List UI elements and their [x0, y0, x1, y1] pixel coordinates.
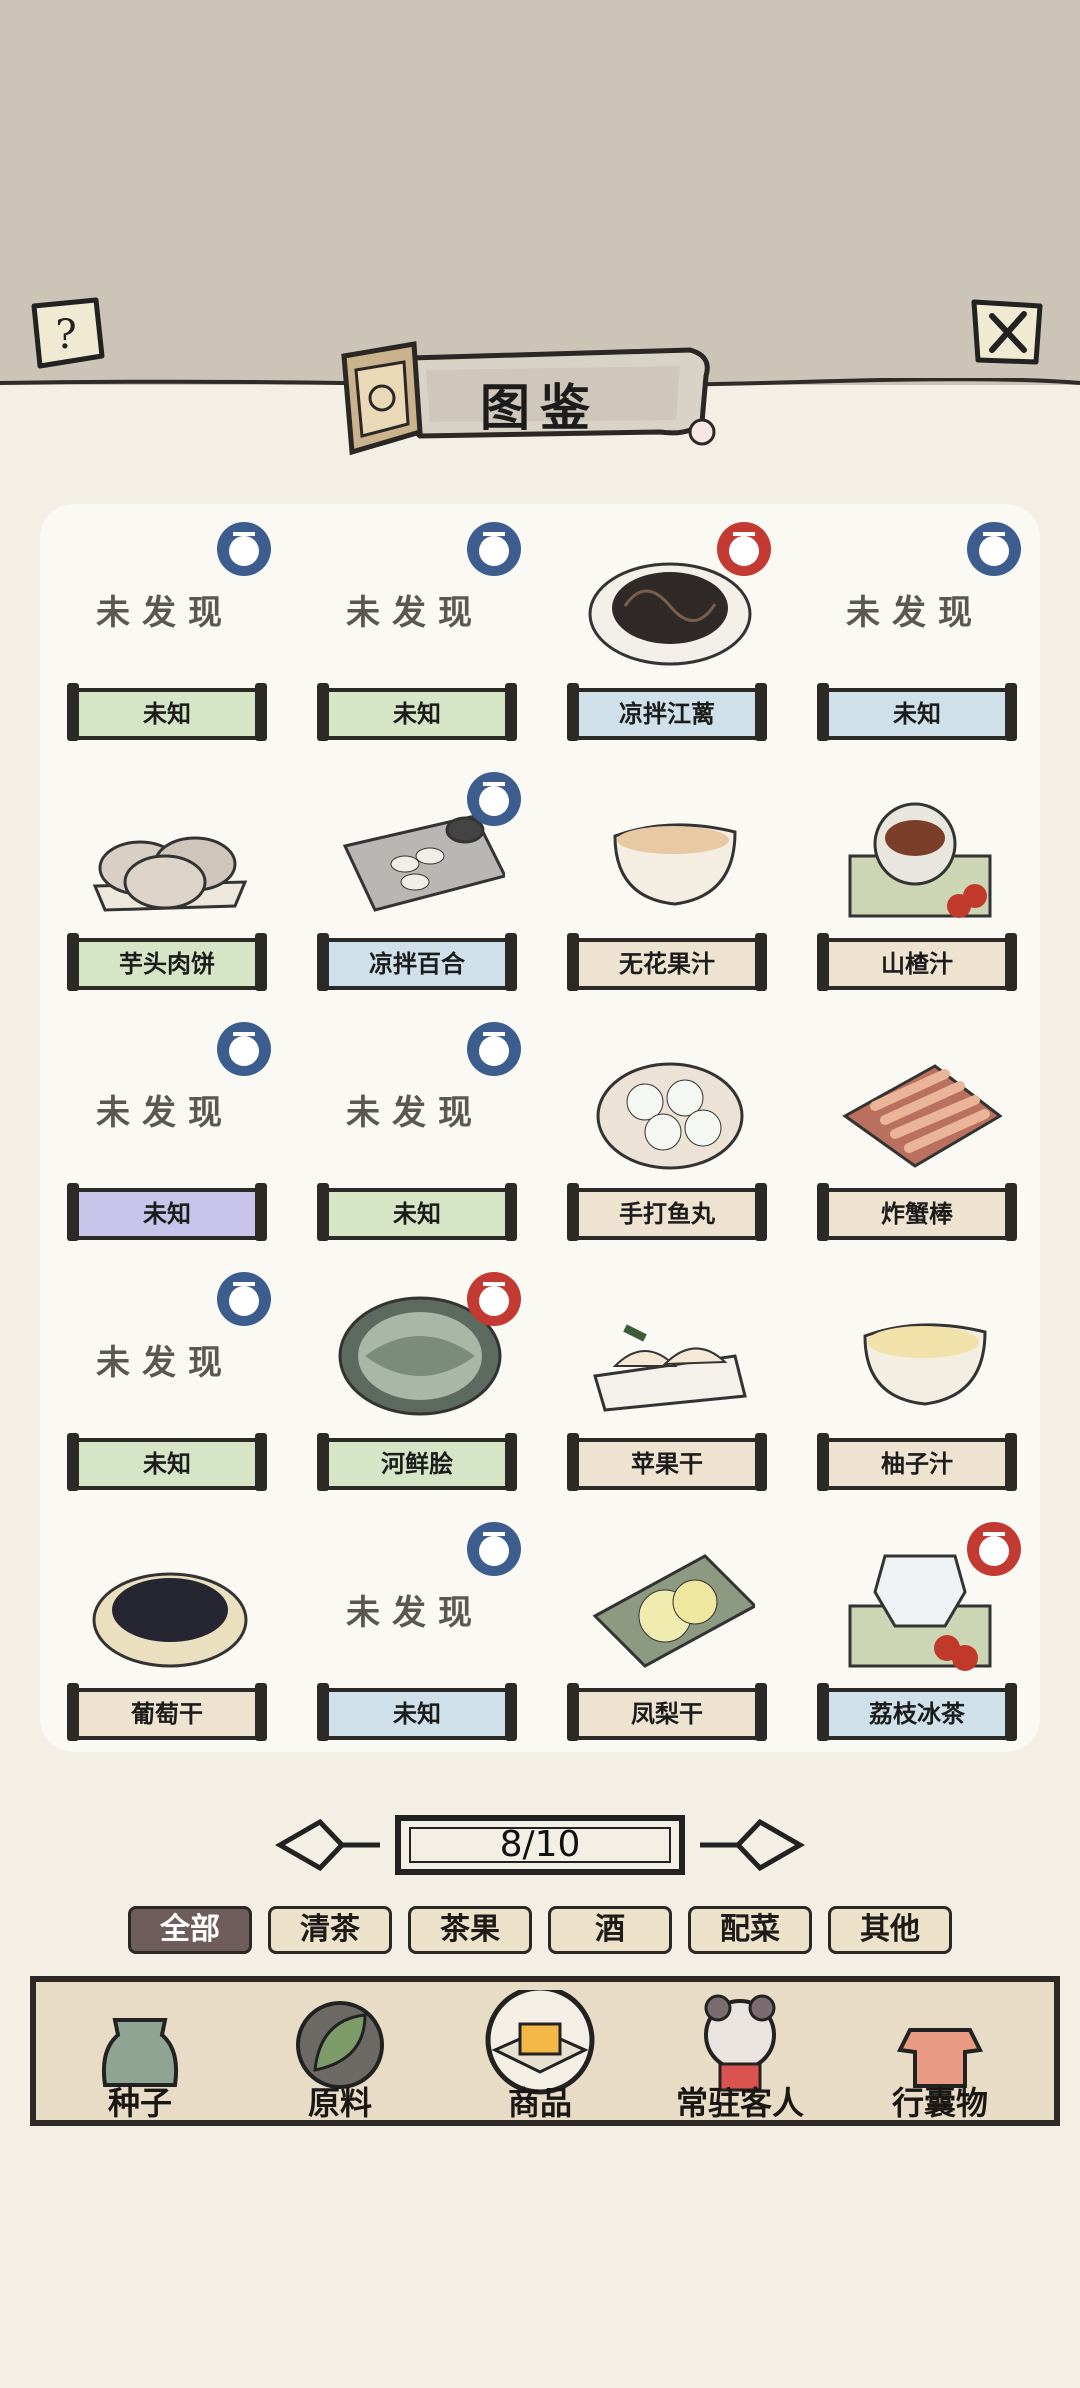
card-name-label: 未知 — [317, 1183, 517, 1241]
undiscovered-text: 未发现 — [96, 1093, 234, 1133]
undiscovered-text: 未发现 — [846, 593, 984, 633]
undiscovered-text: 未发现 — [346, 1093, 484, 1133]
tab-2[interactable]: 茶果 — [408, 1906, 532, 1954]
blue-seal-icon — [965, 520, 1023, 578]
page-title: 图鉴 — [480, 379, 600, 437]
card-name-label: 炸蟹棒 — [817, 1183, 1017, 1241]
collection-card[interactable]: 未发现 未知 — [290, 510, 540, 760]
nav-leaf[interactable]: 原料 — [270, 1990, 410, 2130]
nav-bag[interactable]: 行囊物 — [870, 1990, 1010, 2130]
page-indicator: 8/10 — [499, 1824, 581, 1865]
collection-card[interactable]: 未发现 未知 — [290, 1510, 540, 1760]
blue-seal-icon — [465, 520, 523, 578]
dish-image — [585, 1036, 755, 1176]
card-name-label: 未知 — [817, 683, 1017, 741]
collection-card[interactable]: 凉拌江蓠 — [540, 510, 790, 760]
card-name-label: 葡萄干 — [67, 1683, 267, 1741]
collection-card[interactable]: 芋头肉饼 — [40, 760, 290, 1010]
red-seal-icon — [965, 1520, 1023, 1578]
red-seal-icon — [465, 1270, 523, 1328]
nav-label: 行囊物 — [891, 2084, 988, 2122]
card-name-label: 苹果干 — [567, 1433, 767, 1491]
blue-seal-icon — [465, 770, 523, 828]
nav-guest[interactable]: 常驻客人 — [670, 1990, 810, 2130]
book-icon — [341, 341, 423, 456]
card-name-label: 手打鱼丸 — [567, 1183, 767, 1241]
nav-label: 常驻客人 — [675, 2084, 804, 2122]
tab-5[interactable]: 其他 — [828, 1906, 952, 1954]
collection-card[interactable]: 未发现 未知 — [40, 510, 290, 760]
card-name-label: 未知 — [67, 683, 267, 741]
collection-card[interactable]: 河鲜脍 — [290, 1260, 540, 1510]
dish-image — [835, 1036, 1005, 1176]
card-name-label: 凉拌百合 — [317, 933, 517, 991]
nav-goods[interactable]: 商品 — [470, 1985, 610, 2130]
undiscovered-text: 未发现 — [346, 593, 484, 633]
nav-label: 种子 — [107, 2084, 172, 2122]
dish-image — [835, 1286, 1005, 1426]
blue-seal-icon — [215, 1020, 273, 1078]
collection-card[interactable]: 荔枝冰茶 — [790, 1510, 1040, 1760]
card-name-label: 未知 — [317, 1683, 517, 1741]
dish-image — [85, 1536, 255, 1676]
card-name-label: 未知 — [67, 1433, 267, 1491]
card-name-label: 未知 — [317, 683, 517, 741]
card-name-label: 芋头肉饼 — [67, 933, 267, 991]
collection-card[interactable]: 未发现 未知 — [290, 1010, 540, 1260]
blue-seal-icon — [215, 520, 273, 578]
dish-image — [585, 1286, 755, 1426]
card-name-label: 凉拌江蓠 — [567, 683, 767, 741]
nav-label: 原料 — [307, 2084, 372, 2122]
collection-card[interactable]: 炸蟹棒 — [790, 1010, 1040, 1260]
card-name-label: 柚子汁 — [817, 1433, 1017, 1491]
red-seal-icon — [715, 520, 773, 578]
undiscovered-text: 未发现 — [96, 593, 234, 633]
blue-seal-icon — [465, 1520, 523, 1578]
collection-card[interactable]: 无花果汁 — [540, 760, 790, 1010]
tab-0[interactable]: 全部 — [128, 1906, 252, 1954]
dish-image — [835, 786, 1005, 926]
blue-seal-icon — [215, 1270, 273, 1328]
card-name-label: 山楂汁 — [817, 933, 1017, 991]
collection-grid: 未发现 未知 未发现 未知 凉拌江蓠 未发现 未知 芋头肉饼 凉拌百合 无花果汁 山楂汁 未发现 未知未… — [40, 504, 1040, 1752]
collection-card[interactable]: 未发现 未知 — [40, 1010, 290, 1260]
collection-card[interactable]: 凉拌百合 — [290, 760, 540, 1010]
dish-image — [585, 786, 755, 926]
collection-card[interactable]: 手打鱼丸 — [540, 1010, 790, 1260]
collection-card[interactable]: 柚子汁 — [790, 1260, 1040, 1510]
nav-label: 商品 — [507, 2084, 572, 2122]
help-button[interactable]: ? — [26, 296, 106, 370]
card-name-label: 河鲜脍 — [317, 1433, 517, 1491]
tab-1[interactable]: 清茶 — [268, 1906, 392, 1954]
collection-card[interactable]: 凤梨干 — [540, 1510, 790, 1760]
collection-card[interactable]: 苹果干 — [540, 1260, 790, 1510]
nav-jar[interactable]: 种子 — [70, 1990, 210, 2130]
tab-3[interactable]: 酒 — [548, 1906, 672, 1954]
card-name-label: 荔枝冰茶 — [817, 1683, 1017, 1741]
dish-image — [85, 786, 255, 926]
next-page-button[interactable] — [700, 1818, 806, 1872]
question-icon: ? — [55, 312, 76, 358]
prev-page-button[interactable] — [274, 1818, 380, 1872]
blue-seal-icon — [465, 1020, 523, 1078]
close-button[interactable] — [968, 296, 1048, 370]
card-name-label: 未知 — [67, 1183, 267, 1241]
collection-card[interactable]: 葡萄干 — [40, 1510, 290, 1760]
collection-card[interactable]: 山楂汁 — [790, 760, 1040, 1010]
collection-card[interactable]: 未发现 未知 — [40, 1260, 290, 1510]
undiscovered-text: 未发现 — [346, 1593, 484, 1633]
collection-card[interactable]: 未发现 未知 — [790, 510, 1040, 760]
undiscovered-text: 未发现 — [96, 1343, 234, 1383]
top-backdrop — [0, 0, 1080, 385]
tab-4[interactable]: 配菜 — [688, 1906, 812, 1954]
card-name-label: 无花果汁 — [567, 933, 767, 991]
dish-image — [585, 1536, 758, 1676]
card-name-label: 凤梨干 — [567, 1683, 767, 1741]
